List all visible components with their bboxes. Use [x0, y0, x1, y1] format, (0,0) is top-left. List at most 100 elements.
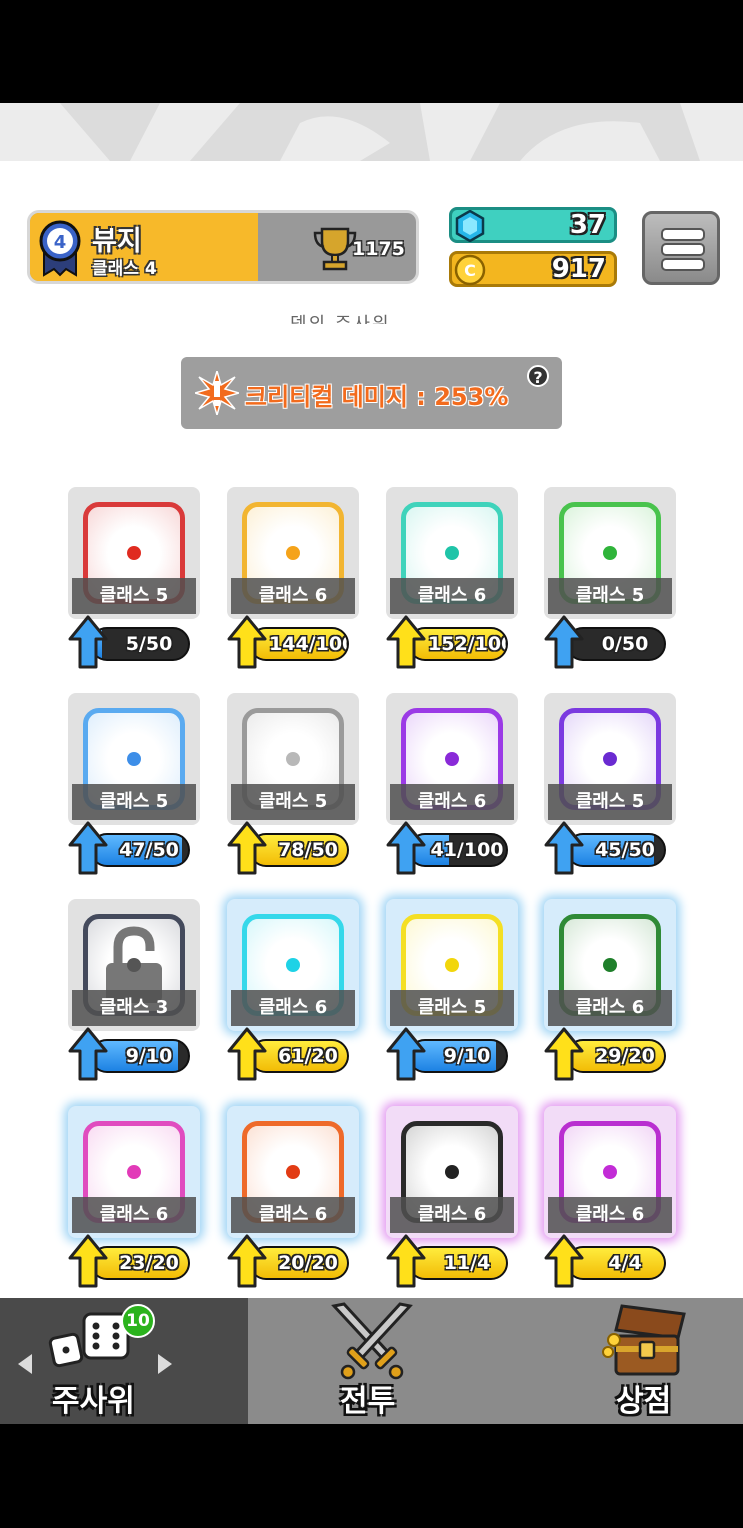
- menu-icon-line: [661, 243, 705, 256]
- section-title-text: 덱의 주사위: [290, 310, 391, 324]
- upgrade-arrow-icon[interactable]: [227, 821, 267, 875]
- trophy-count: 1175: [352, 238, 405, 260]
- dice-card[interactable]: 클래스 6 29/20: [544, 899, 676, 1081]
- gem-counter[interactable]: 37: [449, 207, 617, 243]
- upgrade-arrow-icon[interactable]: [544, 1234, 584, 1288]
- game-screen: 4 뷰지 클래스 4 1175 37 C 917 덱의 주사위: [0, 0, 743, 1528]
- upgrade-arrow-icon[interactable]: [68, 615, 108, 669]
- dice-class-label: 클래스 6: [548, 990, 672, 1026]
- dice-class-label: 클래스 3: [72, 990, 196, 1026]
- upgrade-arrow-icon[interactable]: [386, 821, 426, 875]
- dice-class-label: 클래스 6: [231, 1197, 355, 1233]
- rank-badge-icon: 4: [39, 220, 81, 277]
- die-pip: [127, 958, 141, 972]
- menu-icon: [661, 228, 705, 241]
- dice-class-label: 클래스 6: [390, 784, 514, 820]
- upgrade-progress-text: 9/10: [125, 1045, 173, 1067]
- dice-card[interactable]: 클래스 5 5/50: [68, 487, 200, 669]
- dice-class-label: 클래스 6: [548, 1197, 672, 1233]
- menu-button[interactable]: [642, 211, 720, 285]
- dice-class-label: 클래스 6: [72, 1197, 196, 1233]
- upgrade-arrow-icon[interactable]: [544, 1027, 584, 1081]
- upgrade-progress-text: 144/100: [269, 633, 349, 655]
- upgrade-arrow-icon[interactable]: [386, 615, 426, 669]
- dice-card[interactable]: 클래스 6 41/100: [386, 693, 518, 875]
- dice-card[interactable]: 클래스 5 0/50: [544, 487, 676, 669]
- upgrade-arrow-icon[interactable]: [544, 821, 584, 875]
- dice-card[interactable]: 클래스 6 4/4: [544, 1106, 676, 1288]
- dice-card[interactable]: 클래스 6 23/20: [68, 1106, 200, 1288]
- upgrade-progress-text: 23/20: [119, 1252, 179, 1274]
- nav-tab-battle[interactable]: 전투: [248, 1298, 496, 1424]
- nav-tab-shop[interactable]: 상점: [496, 1298, 743, 1424]
- crossed-swords-icon: [331, 1302, 413, 1380]
- die-pip: [286, 752, 300, 766]
- die-pip: [127, 1165, 141, 1179]
- upgrade-arrow-icon[interactable]: [227, 1027, 267, 1081]
- menu-icon-line: [661, 258, 705, 271]
- dice-card[interactable]: 클래스 6 61/20: [227, 899, 359, 1081]
- dice-card[interactable]: 클래스 6 11/4: [386, 1106, 518, 1288]
- nav-dice-label: 주사위: [52, 1384, 135, 1419]
- upgrade-arrow-icon[interactable]: [68, 1027, 108, 1081]
- die-pip: [286, 546, 300, 560]
- arrow-left-icon[interactable]: [18, 1354, 32, 1374]
- die-pip: [286, 958, 300, 972]
- upgrade-arrow-icon[interactable]: [227, 1234, 267, 1288]
- nav-tab-dice[interactable]: 10 주사위: [0, 1298, 248, 1424]
- dice-class-label: 클래스 5: [231, 784, 355, 820]
- upgrade-progress-text: 41/100: [430, 839, 504, 861]
- die-pip: [127, 546, 141, 560]
- upgrade-progress-text: 4/4: [608, 1252, 642, 1274]
- dice-class-label: 클래스 6: [231, 578, 355, 614]
- gem-amount: 37: [569, 210, 606, 240]
- upgrade-progress-text: 9/10: [443, 1045, 491, 1067]
- dice-card[interactable]: 클래스 5 45/50: [544, 693, 676, 875]
- upgrade-arrow-icon[interactable]: [68, 821, 108, 875]
- dice-class-label: 클래스 5: [390, 990, 514, 1026]
- dice-class-label: 클래스 6: [231, 990, 355, 1026]
- upgrade-arrow-icon[interactable]: [386, 1234, 426, 1288]
- critical-burst-icon: [195, 371, 239, 415]
- upgrade-arrow-icon[interactable]: [68, 1234, 108, 1288]
- profile-panel[interactable]: 4 뷰지 클래스 4 1175: [27, 210, 419, 284]
- upgrade-progress-text: 47/50: [119, 839, 179, 861]
- gem-icon: [455, 210, 485, 242]
- dice-card[interactable]: 클래스 5 47/50: [68, 693, 200, 875]
- upgrade-arrow-icon[interactable]: [386, 1027, 426, 1081]
- dice-class-label: 클래스 6: [390, 578, 514, 614]
- section-title-cut: 덱의 주사위: [290, 310, 460, 324]
- dice-class-label: 클래스 5: [72, 784, 196, 820]
- dice-card[interactable]: 클래스 3 9/10: [68, 899, 200, 1081]
- upgrade-progress-text: 29/20: [595, 1045, 655, 1067]
- rank-badge-number: 4: [54, 232, 67, 253]
- dice-class-label: 클래스 5: [548, 784, 672, 820]
- upgrade-progress-text: 0/50: [601, 633, 649, 655]
- dice-card[interactable]: 클래스 6 152/100: [386, 487, 518, 669]
- help-icon[interactable]: ?: [527, 365, 549, 387]
- dice-card[interactable]: 클래스 6 144/100: [227, 487, 359, 669]
- arrow-right-icon[interactable]: [158, 1354, 172, 1374]
- treasure-chest-icon: [602, 1304, 686, 1376]
- dice-class-label: 클래스 5: [548, 578, 672, 614]
- critical-damage-panel: 크리티컬 데미지 : 253% ?: [181, 357, 562, 429]
- die-pip: [603, 752, 617, 766]
- upgrade-progress-text: 152/100: [428, 633, 508, 655]
- upgrade-progress-text: 11/4: [443, 1252, 491, 1274]
- die-pip: [445, 752, 459, 766]
- dice-class-label: 클래스 6: [390, 1197, 514, 1233]
- upgrade-arrow-icon[interactable]: [544, 615, 584, 669]
- bottom-navigation: 10 주사위 전투 상점: [0, 1298, 743, 1424]
- nav-battle-label: 전투: [340, 1384, 396, 1419]
- dice-card[interactable]: 클래스 5 78/50: [227, 693, 359, 875]
- gold-counter[interactable]: C 917: [449, 251, 617, 287]
- die-pip: [445, 1165, 459, 1179]
- upgrade-arrow-icon[interactable]: [227, 615, 267, 669]
- upgrade-progress-text: 45/50: [595, 839, 655, 861]
- dice-card[interactable]: 클래스 6 20/20: [227, 1106, 359, 1288]
- die-pip: [127, 752, 141, 766]
- dice-notification-badge: 10: [121, 1304, 155, 1338]
- dice-card[interactable]: 클래스 5 9/10: [386, 899, 518, 1081]
- die-pip: [286, 1165, 300, 1179]
- gold-amount: 917: [551, 254, 606, 284]
